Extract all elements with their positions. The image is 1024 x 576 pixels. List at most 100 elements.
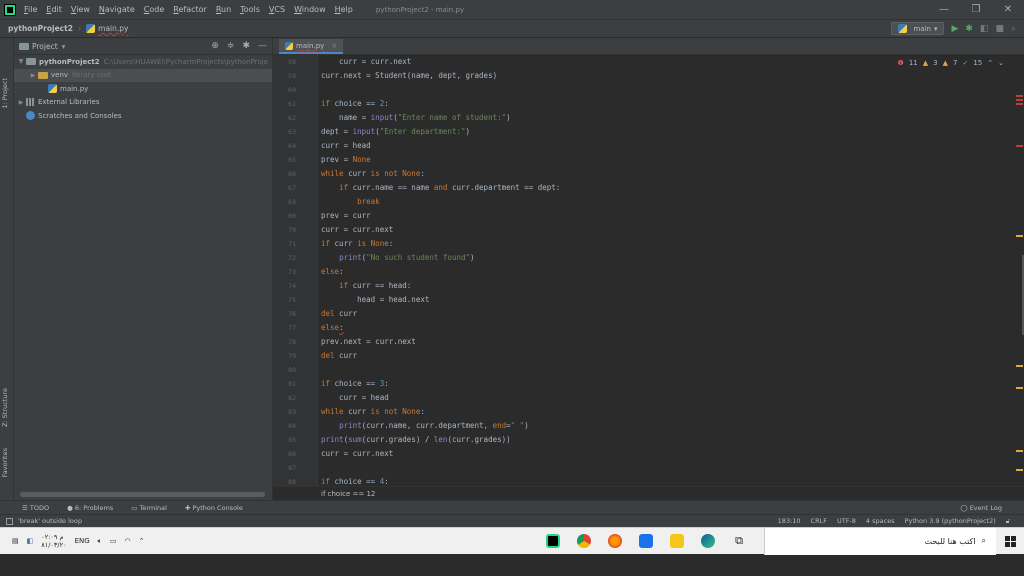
chevron-up-icon[interactable]: ⌃ [987, 59, 993, 67]
menu-vcs[interactable]: VCS [269, 5, 285, 14]
stop-icon[interactable]: ■ [995, 24, 1004, 34]
menu-help[interactable]: Help [335, 5, 353, 14]
collapsed-arrow-icon[interactable]: ▶ [28, 72, 38, 79]
error-marker[interactable] [1016, 145, 1023, 147]
menu-navigate[interactable]: Navigate [99, 5, 135, 14]
firefox-app-icon[interactable] [608, 534, 622, 548]
menu-tools[interactable]: Tools [240, 5, 260, 14]
chrome-app-icon[interactable] [577, 534, 591, 548]
code-line: if curr == head: [339, 281, 412, 290]
indent-setting[interactable]: 4 spaces [866, 517, 895, 526]
run-config-dropdown[interactable]: main ▾ [891, 22, 945, 35]
menu-edit[interactable]: Edit [46, 5, 62, 14]
menu-run[interactable]: Run [216, 5, 231, 14]
caret-position[interactable]: 183:10 [778, 517, 801, 526]
tree-item-root[interactable]: ▼ pythonProject2 C:\Users\HUAWEI\Pycharm… [14, 55, 272, 69]
mail-app-icon[interactable] [639, 534, 653, 548]
start-button[interactable] [996, 535, 1024, 547]
tree-item-main-py[interactable]: main.py [14, 82, 272, 96]
tree-item-scratches[interactable]: Scratches and Consoles [14, 109, 272, 123]
collapse-all-icon[interactable]: ≑ [227, 41, 235, 51]
inspection-widget[interactable]: ❶ 11 ▲ 3 ▲ 7 ✓ 15 ⌃ ⌄ [898, 59, 1004, 67]
battery-icon[interactable]: ▭ [110, 537, 117, 545]
network-icon[interactable]: ◠ [125, 537, 131, 545]
warning-marker[interactable] [1016, 387, 1023, 389]
menu-code[interactable]: Code [144, 5, 165, 14]
run-icon[interactable]: ▶ [951, 24, 958, 34]
chevron-down-icon[interactable]: ▾ [62, 42, 66, 51]
python-interpreter[interactable]: Python 3.9 (pythonProject2) [905, 517, 996, 526]
file-explorer-icon[interactable] [670, 534, 684, 548]
restore-button[interactable]: ❐ [960, 4, 992, 15]
event-log-tab[interactable]: ◯ Event Log [960, 504, 1002, 512]
code-line: head = head.next [321, 295, 430, 304]
breadcrumb-item[interactable]: if choice == 12 [321, 490, 375, 498]
python-console-tab[interactable]: ✚ Python Console [185, 504, 243, 512]
close-tab-icon[interactable]: × [331, 42, 337, 50]
todo-tab[interactable]: ☰ TODO [22, 504, 49, 512]
breadcrumb-file[interactable]: main.py [98, 24, 128, 33]
menu-window[interactable]: Window [294, 5, 326, 14]
task-view-icon[interactable]: ⧉ [732, 534, 746, 548]
clock[interactable]: م ٠٢:٠٩ ٨١/٠٣/٢٠ [41, 533, 66, 549]
volume-icon[interactable]: 🔈︎ [98, 537, 102, 546]
project-view-selector[interactable]: Project [32, 42, 58, 51]
error-stripe[interactable] [1015, 55, 1024, 486]
windows-logo-icon [1004, 535, 1016, 547]
favorites-tool-tab[interactable]: Favorites [1, 448, 9, 477]
collapsed-arrow-icon[interactable]: ▶ [16, 99, 26, 106]
project-tool-tab[interactable]: 1: Project [1, 78, 9, 109]
locate-icon[interactable]: ⊕ [211, 41, 219, 51]
notifications-icon[interactable]: ▤ [12, 537, 19, 545]
menu-view[interactable]: View [71, 5, 90, 14]
line-number: 60 [288, 86, 296, 94]
menu-refactor[interactable]: Refactor [173, 5, 207, 14]
tree-item-external-libraries[interactable]: ▶ External Libraries [14, 96, 272, 110]
status-bar: 'break' outside loop 183:10 CRLF UTF-8 4… [0, 514, 1024, 527]
error-marker[interactable] [1016, 95, 1023, 97]
warning-marker[interactable] [1016, 365, 1023, 367]
code-area[interactable]: 58 59 60 61 62 63 64 65 66 67 68 69 70 7… [273, 55, 1024, 486]
hide-icon[interactable]: — [258, 41, 267, 51]
expanded-arrow-icon[interactable]: ▼ [16, 58, 26, 65]
show-hidden-icons-icon[interactable]: ⌃ [139, 537, 145, 545]
line-number: 65 [288, 156, 296, 164]
code-breadcrumb[interactable]: if choice == 12 [273, 486, 1024, 500]
line-separator[interactable]: CRLF [811, 517, 827, 526]
warning-marker[interactable] [1016, 235, 1023, 237]
chevron-down-icon[interactable]: ⌄ [998, 59, 1004, 67]
warning-marker[interactable] [1016, 469, 1023, 471]
menu-file[interactable]: File [24, 5, 37, 14]
tree-item-venv[interactable]: ▶ venv library root [14, 68, 272, 82]
edge-app-icon[interactable] [701, 534, 715, 548]
horizontal-scrollbar[interactable] [20, 492, 265, 497]
breadcrumb-project[interactable]: pythonProject2 [8, 24, 73, 33]
code-text[interactable]: curr = curr.next curr.next = Student(nam… [318, 55, 1024, 486]
terminal-tab[interactable]: ▭ Terminal [131, 504, 167, 512]
error-marker[interactable] [1016, 103, 1023, 105]
lock-icon[interactable]: 🔓︎ [1006, 517, 1010, 526]
close-button[interactable]: ✕ [992, 4, 1024, 15]
taskbar-search[interactable]: اكتب هنا للبحث ⌕ [764, 527, 996, 555]
tool-window-toggle-icon[interactable] [6, 517, 13, 525]
structure-tool-tab[interactable]: Z: Structure [1, 388, 9, 427]
problems-label: 6: Problems [74, 503, 114, 512]
widget-icon[interactable]: ◧ [27, 537, 34, 545]
gear-icon[interactable]: ✱ [242, 41, 250, 51]
coverage-icon[interactable]: ◧ [980, 24, 989, 34]
line-number: 59 [288, 72, 296, 80]
search-everywhere-icon[interactable]: ⌕ [1011, 24, 1016, 34]
pycharm-app-icon[interactable] [546, 534, 560, 548]
minimize-button[interactable]: — [928, 4, 960, 15]
debug-icon[interactable]: ✱ [965, 24, 973, 34]
tab-main-py[interactable]: main.py × [279, 39, 344, 54]
warning-marker[interactable] [1016, 450, 1023, 452]
folder-icon [26, 58, 36, 66]
language-indicator[interactable]: ENG [75, 537, 90, 545]
file-encoding[interactable]: UTF-8 [837, 517, 856, 526]
error-marker[interactable] [1016, 99, 1023, 101]
chevron-right-icon: › [77, 24, 82, 33]
problems-tab[interactable]: ● 6: Problems [67, 504, 113, 512]
error-icon: ❶ [897, 59, 904, 67]
